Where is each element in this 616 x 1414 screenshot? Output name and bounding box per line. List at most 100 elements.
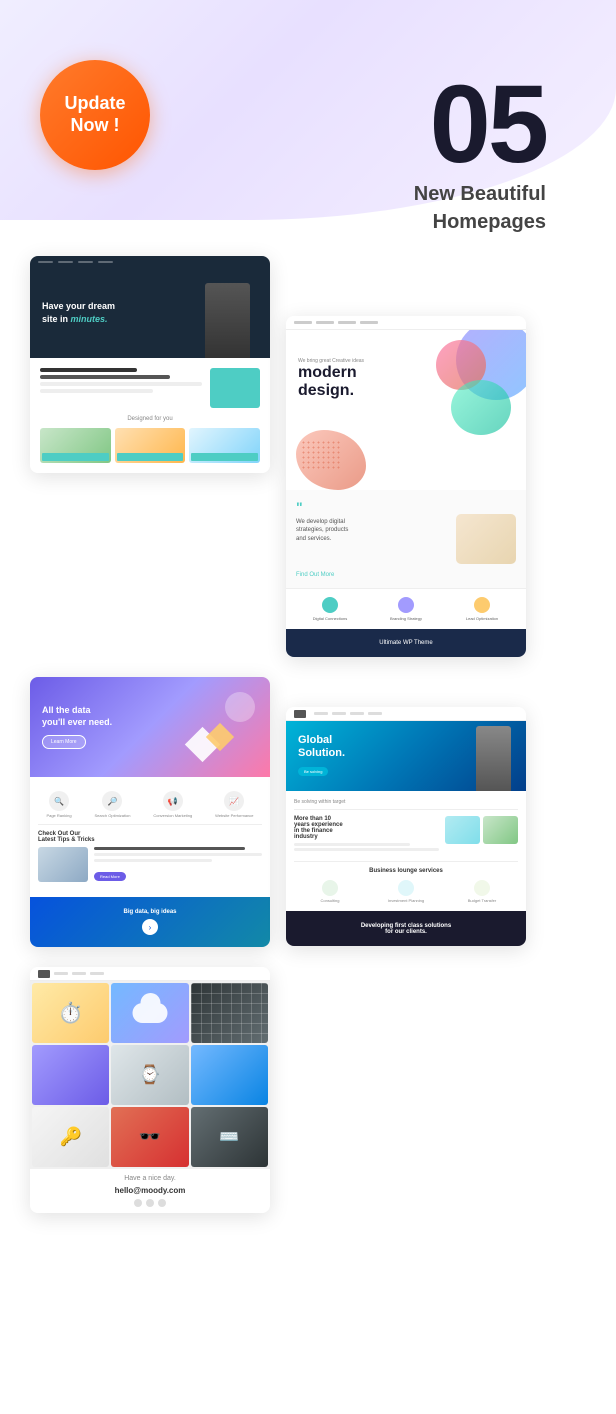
p3-cta-button[interactable]: Learn More <box>42 735 86 749</box>
hero-number: 05 <box>430 70 546 180</box>
p5-tile-9: ⌨️ <box>191 1107 268 1167</box>
p5-tile-6 <box>191 1045 268 1105</box>
p3-icon-circle: 🔎 <box>102 791 122 811</box>
p2-nav-item <box>360 321 378 324</box>
p4-info-line <box>294 843 410 846</box>
p1-thumb-label <box>191 453 258 461</box>
p1-thumb-2 <box>115 428 186 463</box>
p5-tile-3 <box>191 983 268 1043</box>
p4-service-2: Investment Planning <box>370 880 442 903</box>
p3-blog-row: Read More <box>38 847 262 883</box>
p4-nav-item <box>350 712 364 715</box>
p1-nav-dot <box>58 261 73 263</box>
p3-icon-item: 🔎 Search Optimization <box>94 791 130 818</box>
p5-footer-tagline: Have a nice day. <box>124 1175 176 1182</box>
p1-nav <box>30 256 270 268</box>
p3-icon-text: Website Performance <box>215 813 253 818</box>
p3-footer-btn: › <box>142 919 158 935</box>
p5-nav <box>30 967 270 981</box>
p5-tile-7: 🔑 <box>32 1107 109 1167</box>
p3-blog-cta[interactable]: Read More <box>94 872 126 881</box>
p2-service-2: Branding Strategy <box>370 597 442 621</box>
p1-person-illustration <box>205 283 250 358</box>
p3-hero-section: All the datayou'll ever need. Learn More <box>30 677 270 777</box>
p4-service-icon <box>398 880 414 896</box>
p2-image <box>456 514 516 564</box>
preview-card-1: Have your dreamsite in minutes. <box>30 256 270 473</box>
p3-footer-text: Big data, big ideas <box>123 909 176 915</box>
p2-blob3 <box>451 380 511 435</box>
p1-nav-dot <box>98 261 113 263</box>
p4-content: Be solving within target More than 10yea… <box>286 791 526 911</box>
p1-row <box>40 368 260 408</box>
p5-tile-4 <box>32 1045 109 1105</box>
p1-thumb-label <box>42 453 109 461</box>
p4-nav-logo <box>294 710 306 718</box>
preview-card-2: We bring great Creative ideas moderndesi… <box>286 316 526 657</box>
p4-hero-section: GlobalSolution. Be solving <box>286 721 526 791</box>
p5-mosaic-grid: ⏱️ ⌚ 🔑 <box>30 981 270 1169</box>
p4-img-thumb-1 <box>445 816 480 844</box>
p2-nav <box>286 316 526 330</box>
p4-cta-button[interactable]: Be solving <box>298 767 328 776</box>
p1-img-row <box>40 428 260 463</box>
p4-footer: Developing first class solutionsfor our … <box>286 911 526 946</box>
p2-nav-item <box>316 321 334 324</box>
p4-footer-text: Developing first class solutionsfor our … <box>361 923 451 935</box>
p2-service-3: Lead Optimization <box>446 597 518 621</box>
p5-nav-item <box>72 972 86 975</box>
p4-service-1: Consulting <box>294 880 366 903</box>
p2-service-icon <box>322 597 338 613</box>
p4-service-icon <box>322 880 338 896</box>
p1-text-block <box>40 368 202 408</box>
p4-img-group <box>445 816 518 853</box>
p2-services-row: Digital Connections Branding Strategy Le… <box>286 588 526 629</box>
p3-icon-text: Conversion Marketing <box>153 813 192 818</box>
p1-content: Designed for you <box>30 358 270 473</box>
p3-icon-circle: 🔍 <box>49 791 69 811</box>
p5-nav-item <box>54 972 68 975</box>
hero-subtitle: New Beautiful Homepages <box>414 180 546 236</box>
p5-tile-8: 🕶️ <box>111 1107 188 1167</box>
p1-nav-dot <box>78 261 93 263</box>
p3-blog-line <box>94 859 212 862</box>
p1-line <box>40 368 137 372</box>
p3-icon-item: 🔍 Page Ranking <box>46 791 71 818</box>
p3-icon-item: 📈 Website Performance <box>215 791 253 818</box>
p3-footer: Big data, big ideas › <box>30 897 270 947</box>
p5-tile-1: ⏱️ <box>32 983 109 1043</box>
p4-tagline: Be solving within target <box>294 799 518 810</box>
p2-nav-item <box>338 321 356 324</box>
p5-cloud-shape <box>132 1003 167 1023</box>
p3-blog-section: Check Out OurLatest Tips & Tricks Read M… <box>38 825 262 889</box>
p3-icons-row: 🔍 Page Ranking 🔎 Search Optimization 📢 C… <box>38 785 262 825</box>
p4-services-title: Business lounge services <box>294 868 518 874</box>
previews-container: Have your dreamsite in minutes. <box>30 256 586 1213</box>
p3-icon-text: Search Optimization <box>94 813 130 818</box>
p2-link: Find Out More <box>296 572 516 578</box>
p5-tile-2 <box>111 983 188 1043</box>
p2-service-label: Branding Strategy <box>370 616 442 621</box>
p4-info-title: More than 10years experiencein the finan… <box>294 816 439 840</box>
p3-blog-line <box>94 853 262 856</box>
p4-person-illustration <box>476 726 511 791</box>
p2-nav-logo <box>294 321 312 324</box>
p2-title: moderndesign. <box>298 364 364 399</box>
p4-service-icon <box>474 880 490 896</box>
p4-nav-items <box>314 712 382 715</box>
p3-blog-line <box>94 847 245 850</box>
p4-service-text: Budget Transfer <box>446 898 518 903</box>
p4-nav-item <box>368 712 382 715</box>
p4-info-text: More than 10years experiencein the finan… <box>294 816 439 853</box>
p3-icon-text: Page Ranking <box>46 813 71 818</box>
p4-info-line <box>294 848 439 851</box>
p1-thumb-1 <box>40 428 111 463</box>
p2-hero-text: We bring great Creative ideas moderndesi… <box>298 355 364 399</box>
p2-service-label: Digital Connections <box>294 616 366 621</box>
p4-nav-item <box>332 712 346 715</box>
p2-service-1: Digital Connections <box>294 597 366 621</box>
p4-img-thumb-2 <box>483 816 518 844</box>
update-badge[interactable]: UpdateNow ! <box>40 60 150 170</box>
p5-social-icon <box>146 1199 154 1207</box>
p5-grid-lines <box>191 983 268 1043</box>
